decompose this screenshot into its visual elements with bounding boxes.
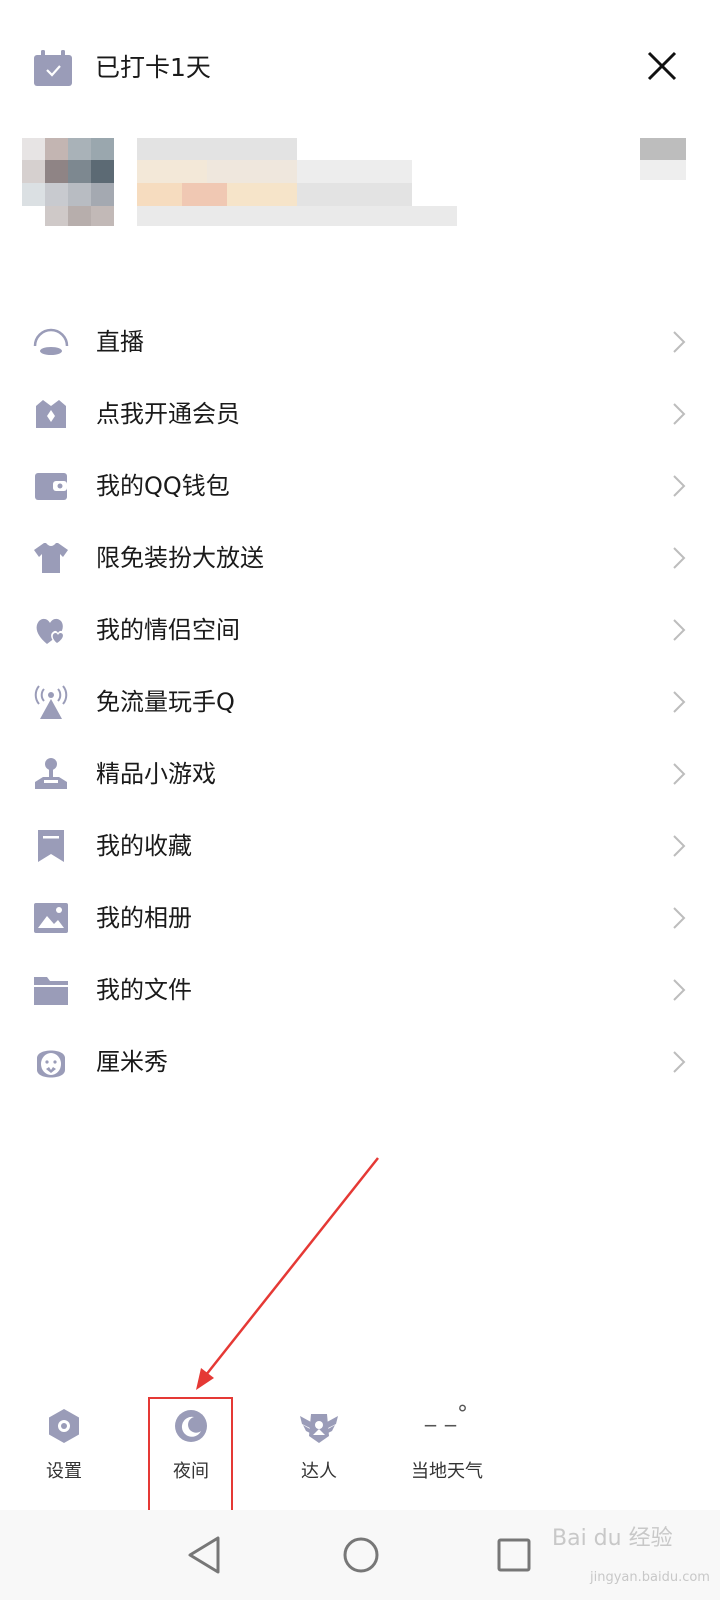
tab-label: 设置	[46, 1461, 82, 1482]
menu-item-label: 我的收藏	[96, 832, 192, 860]
bottom-tab-bar: 设置 夜间 达人 _ _° 当地天气	[0, 1390, 720, 1500]
menu-item-wallet[interactable]: 我的QQ钱包	[0, 456, 720, 528]
chevron-right-icon	[673, 619, 686, 641]
menu-item-label: 我的相册	[96, 904, 192, 932]
baidu-watermark: Bai du 经验	[552, 1526, 673, 1551]
folder-icon	[34, 977, 68, 1005]
wallet-icon	[35, 473, 67, 500]
chevron-right-icon	[673, 763, 686, 785]
chevron-right-icon	[673, 1051, 686, 1073]
menu-item-label: 精品小游戏	[96, 760, 216, 788]
chevron-right-icon	[673, 331, 686, 353]
menu-item-label: 厘米秀	[96, 1048, 168, 1076]
tab-label: 当地天气	[411, 1461, 483, 1482]
chevron-right-icon	[673, 907, 686, 929]
close-icon[interactable]	[644, 48, 680, 84]
side-menu-list: 直播 点我开通会员 我的QQ钱包 限免装扮大放送 我的情侣空间 免流量玩手Q 精…	[0, 312, 720, 1104]
bookmark-icon	[38, 830, 64, 862]
menu-item-free-data[interactable]: 免流量玩手Q	[0, 672, 720, 744]
recents-icon[interactable]	[489, 1530, 539, 1580]
menu-item-label: 我的QQ钱包	[96, 472, 230, 500]
menu-item-label: 免流量玩手Q	[96, 688, 235, 716]
menu-item-live[interactable]: 直播	[0, 312, 720, 384]
crown-icon	[36, 400, 66, 428]
calendar-check-icon[interactable]	[34, 50, 72, 86]
menu-item-album[interactable]: 我的相册	[0, 888, 720, 960]
chevron-right-icon	[673, 403, 686, 425]
menu-item-label: 点我开通会员	[96, 400, 240, 428]
chevron-right-icon	[673, 547, 686, 569]
back-icon[interactable]	[182, 1530, 232, 1580]
hearts-icon	[36, 618, 65, 645]
signal-tower-icon	[34, 685, 68, 719]
tab-local-weather[interactable]: _ _° 当地天气	[392, 1390, 502, 1490]
chevron-right-icon	[673, 691, 686, 713]
shirt-icon	[34, 543, 68, 573]
baidu-watermark-url: jingyan.baidu.com	[590, 1570, 710, 1585]
tab-settings[interactable]: 设置	[9, 1390, 119, 1490]
menu-item-files[interactable]: 我的文件	[0, 960, 720, 1032]
winged-badge-icon	[300, 1414, 338, 1443]
menu-item-label: 我的文件	[96, 976, 192, 1004]
top-bar: 已打卡1天	[0, 0, 720, 140]
chevron-right-icon	[673, 835, 686, 857]
menu-item-couple-space[interactable]: 我的情侣空间	[0, 600, 720, 672]
menu-item-dressup[interactable]: 限免装扮大放送	[0, 528, 720, 600]
menu-item-favorites[interactable]: 我的收藏	[0, 816, 720, 888]
checkin-status[interactable]: 已打卡1天	[95, 52, 211, 84]
weather-placeholder: _ _°	[425, 1402, 469, 1427]
chevron-right-icon	[673, 979, 686, 1001]
settings-hex-icon	[49, 1409, 79, 1443]
annotation-highlight-box	[148, 1397, 233, 1517]
menu-item-label: 限免装扮大放送	[96, 544, 264, 572]
profile-card-blurred[interactable]	[22, 138, 692, 233]
chevron-right-icon	[673, 475, 686, 497]
menu-item-cmshow[interactable]: 厘米秀	[0, 1032, 720, 1104]
cmshow-face-icon	[37, 1050, 65, 1078]
tab-expert[interactable]: 达人	[264, 1390, 374, 1490]
live-icon	[33, 328, 69, 355]
tab-label: 达人	[301, 1461, 337, 1482]
home-icon[interactable]	[336, 1530, 386, 1580]
menu-item-label: 直播	[96, 328, 144, 356]
menu-item-vip[interactable]: 点我开通会员	[0, 384, 720, 456]
joystick-icon	[35, 758, 67, 789]
photo-icon	[34, 903, 68, 933]
menu-item-label: 我的情侣空间	[96, 616, 240, 644]
menu-item-mini-games[interactable]: 精品小游戏	[0, 744, 720, 816]
